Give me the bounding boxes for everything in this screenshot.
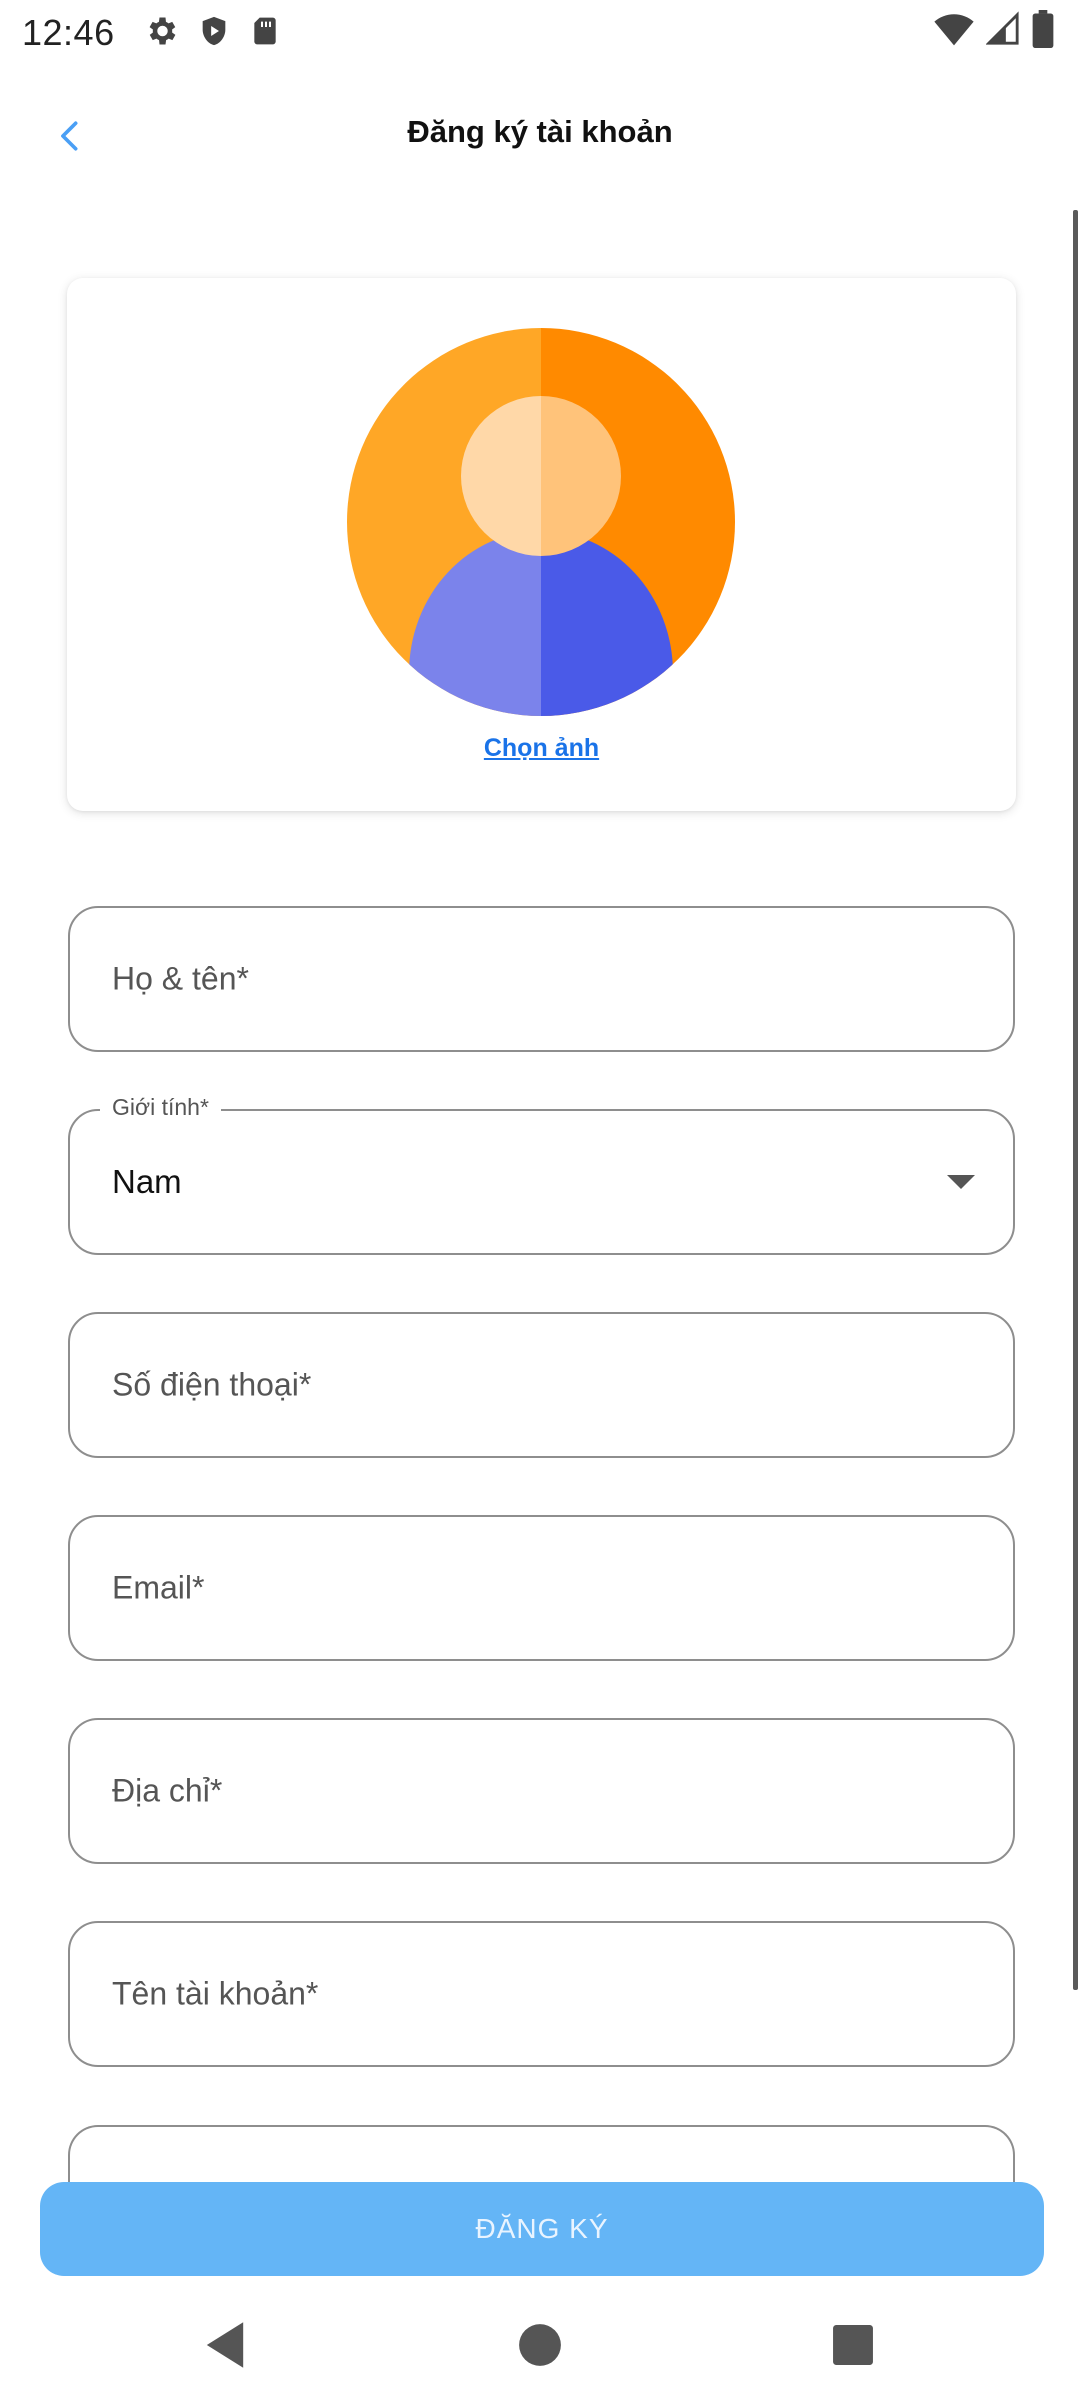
phone-field[interactable]: Số điện thoại* xyxy=(68,1312,1015,1458)
back-triangle-icon xyxy=(202,2320,248,2375)
nav-recents-button[interactable] xyxy=(818,2312,888,2382)
phone-placeholder: Số điện thoại* xyxy=(112,1366,312,1403)
username-placeholder: Tên tài khoản* xyxy=(112,1975,319,2012)
status-icons-right xyxy=(934,10,1054,53)
home-circle-icon xyxy=(518,2323,562,2372)
status-bar: 12:46 xyxy=(0,0,1080,66)
avatar-card: Chọn ảnh xyxy=(67,278,1016,811)
register-screen: 12:46 Đăng ký tài khoản Chọn ảnh Họ & tê… xyxy=(0,0,1080,2400)
settings-icon xyxy=(143,13,179,54)
register-button[interactable]: ĐĂNG KÝ xyxy=(40,2182,1044,2276)
email-field[interactable]: Email* xyxy=(68,1515,1015,1661)
username-field[interactable]: Tên tài khoản* xyxy=(68,1921,1015,2067)
signal-icon xyxy=(985,11,1020,52)
wifi-icon xyxy=(934,11,974,52)
gender-dropdown[interactable]: Giới tính* Nam xyxy=(68,1094,1015,1255)
scrollbar[interactable] xyxy=(1073,210,1078,1990)
gender-label: Giới tính* xyxy=(100,1094,221,1121)
page-title: Đăng ký tài khoản xyxy=(407,114,673,149)
email-placeholder: Email* xyxy=(112,1569,205,1606)
gender-value: Nam xyxy=(112,1163,182,1200)
address-placeholder: Địa chỉ* xyxy=(112,1772,223,1809)
shield-play-icon xyxy=(197,13,231,54)
choose-photo-link[interactable]: Chọn ảnh xyxy=(67,734,1016,763)
full-name-field[interactable]: Họ & tên* xyxy=(68,906,1015,1052)
app-bar: Đăng ký tài khoản xyxy=(0,90,1080,180)
dropdown-arrow-icon xyxy=(947,1175,975,1189)
nav-bar xyxy=(0,2290,1080,2400)
nav-home-button[interactable] xyxy=(505,2312,575,2382)
status-icons-left xyxy=(143,13,281,54)
nav-back-button[interactable] xyxy=(190,2312,260,2382)
sd-card-icon xyxy=(249,13,281,54)
status-time: 12:46 xyxy=(22,12,115,53)
recents-square-icon xyxy=(832,2324,874,2371)
address-field[interactable]: Địa chỉ* xyxy=(68,1718,1015,1864)
avatar-placeholder-icon[interactable] xyxy=(347,328,735,716)
battery-icon xyxy=(1032,10,1054,53)
full-name-placeholder: Họ & tên* xyxy=(112,960,249,997)
